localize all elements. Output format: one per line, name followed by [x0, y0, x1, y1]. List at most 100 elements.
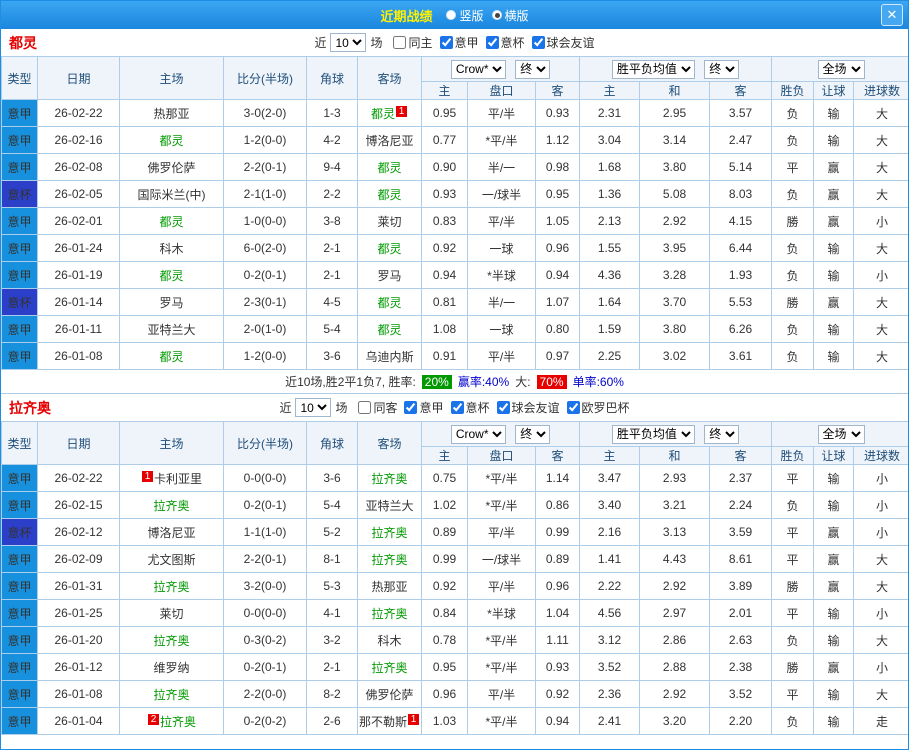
layout-radio-vertical[interactable]: 竖版 — [446, 7, 484, 24]
match-date: 26-01-25 — [37, 599, 120, 627]
col-goals: 进球数 — [853, 446, 908, 465]
checkbox-input[interactable] — [450, 401, 464, 414]
avg-time-select[interactable]: 终 — [704, 59, 740, 79]
col-avg-away: 客 — [709, 446, 773, 465]
odds-company-select[interactable]: Crow* — [450, 59, 506, 79]
away-team: 拉齐奥 — [357, 599, 422, 627]
checkbox-input[interactable] — [358, 401, 372, 414]
filter-checkbox[interactable]: 意甲 — [439, 34, 479, 51]
result-wdl: 负 — [771, 261, 815, 289]
home-team: 2 拉齐奥 — [119, 707, 224, 735]
avg-away: 2.38 — [709, 653, 773, 681]
checkbox-input[interactable] — [439, 36, 453, 49]
checkbox-input[interactable] — [485, 36, 499, 49]
odds-away: 1.05 — [534, 207, 581, 235]
scope-select[interactable]: 全场 — [817, 59, 865, 79]
league-type: 意甲 — [1, 99, 38, 127]
home-team: 拉齐奥 — [119, 680, 224, 708]
team-name: 乌迪内斯 — [365, 349, 414, 364]
odds-handicap-line: 一球 — [467, 234, 536, 262]
match-score: 1-2(0-0) — [223, 342, 307, 370]
filter-checkbox[interactable]: 意杯 — [485, 34, 525, 51]
result-wdl: 负 — [771, 126, 815, 154]
corners: 8-2 — [306, 680, 358, 708]
avg-home: 3.12 — [579, 626, 641, 654]
away-team: 拉齐奥 — [357, 545, 422, 573]
away-team: 热那亚 — [357, 572, 422, 600]
odds-company-select[interactable]: Crow* — [450, 424, 506, 444]
recent-count-select[interactable]: 10 — [330, 33, 367, 52]
checkbox-input[interactable] — [404, 401, 418, 414]
filter-checkbox[interactable]: 欧罗巴杯 — [566, 399, 630, 416]
odds-home: 0.83 — [421, 207, 468, 235]
avg-time-select[interactable]: 终 — [704, 424, 740, 444]
league-type: 意甲 — [1, 261, 38, 289]
match-date: 26-02-12 — [37, 518, 120, 546]
avg-away: 8.61 — [709, 545, 773, 573]
match-date: 26-02-22 — [37, 464, 120, 492]
layout-radio-horizontal[interactable]: 横版 — [491, 7, 529, 24]
match-score: 0-0(0-0) — [223, 599, 307, 627]
checkbox-input[interactable] — [496, 401, 510, 414]
odds-time-select[interactable]: 终 — [515, 59, 551, 79]
checkbox-input[interactable] — [393, 36, 407, 49]
home-team: 热那亚 — [119, 99, 224, 127]
avg-type-select[interactable]: 胜平负均值 — [611, 424, 695, 444]
checkbox-input[interactable] — [566, 401, 580, 414]
avg-home: 2.41 — [579, 707, 641, 735]
odds-home: 0.91 — [421, 342, 468, 370]
away-team: 莱切 — [357, 207, 422, 235]
match-date: 26-02-05 — [37, 180, 120, 208]
radio-icon[interactable] — [491, 10, 502, 20]
match-score: 2-2(0-0) — [223, 680, 307, 708]
recent-results-dialog: 近期战绩 竖版 横版 ✕ 都灵 近 10 场 同主 意甲 意杯 球会友谊 类型 … — [0, 0, 909, 750]
corners: 4-5 — [306, 288, 358, 316]
handicap-result: 输 — [813, 491, 855, 519]
corners: 1-3 — [306, 99, 358, 127]
scope-select[interactable]: 全场 — [817, 424, 865, 444]
col-handicap: 让球 — [813, 446, 855, 465]
odds-time-select[interactable]: 终 — [515, 424, 551, 444]
filter-checkbox[interactable]: 同客 — [358, 399, 397, 416]
team-name: 热那亚 — [371, 579, 408, 594]
close-icon[interactable]: ✕ — [881, 4, 903, 26]
odds-away: 0.80 — [534, 315, 581, 343]
match-row: 意杯 26-01-14 罗马 2-3(0-1) 4-5 都灵 0.81 半/一 … — [1, 288, 908, 316]
avg-type-select[interactable]: 胜平负均值 — [611, 59, 695, 79]
match-row: 意甲 26-02-15 拉齐奥 0-2(0-1) 5-4 亚特兰大 1.02 *… — [1, 491, 908, 519]
dialog-title: 近期战绩 — [380, 8, 433, 24]
filter-checkbox[interactable]: 球会友谊 — [496, 399, 560, 416]
filter-checkbox[interactable]: 球会友谊 — [531, 34, 595, 51]
match-date: 26-02-01 — [37, 207, 120, 235]
filter-checkbox-group: 同客 意甲 意杯 球会友谊 欧罗巴杯 — [351, 399, 630, 416]
league-type: 意甲 — [1, 464, 38, 492]
match-date: 26-02-22 — [37, 99, 120, 127]
corners: 3-6 — [306, 464, 358, 492]
filter-checkbox[interactable]: 意杯 — [450, 399, 490, 416]
avg-draw: 2.86 — [639, 626, 711, 654]
corners: 5-4 — [306, 491, 358, 519]
match-date: 26-01-20 — [37, 626, 120, 654]
avg-draw: 3.28 — [639, 261, 711, 289]
odds-home: 0.92 — [421, 572, 468, 600]
result-wdl: 负 — [771, 491, 815, 519]
result-wdl: 负 — [771, 180, 815, 208]
checkbox-input[interactable] — [531, 36, 545, 49]
league-type: 意甲 — [1, 315, 38, 343]
team-name: 都灵 — [377, 241, 402, 256]
team-name: 罗马 — [377, 268, 402, 283]
radio-icon[interactable] — [446, 10, 457, 20]
filter-checkbox[interactable]: 同主 — [393, 34, 433, 51]
odds-home: 0.99 — [421, 545, 468, 573]
corners: 3-8 — [306, 207, 358, 235]
league-type: 意甲 — [1, 572, 38, 600]
avg-away: 3.59 — [709, 518, 773, 546]
filter-checkbox[interactable]: 意甲 — [404, 399, 444, 416]
col-avg-draw: 和 — [639, 81, 711, 100]
avg-away: 6.44 — [709, 234, 773, 262]
recent-count-select[interactable]: 10 — [295, 398, 332, 417]
handicap-result: 输 — [813, 680, 855, 708]
league-type: 意甲 — [1, 342, 38, 370]
col-odds-line: 盘口 — [467, 446, 536, 465]
odds-away: 0.95 — [534, 180, 581, 208]
